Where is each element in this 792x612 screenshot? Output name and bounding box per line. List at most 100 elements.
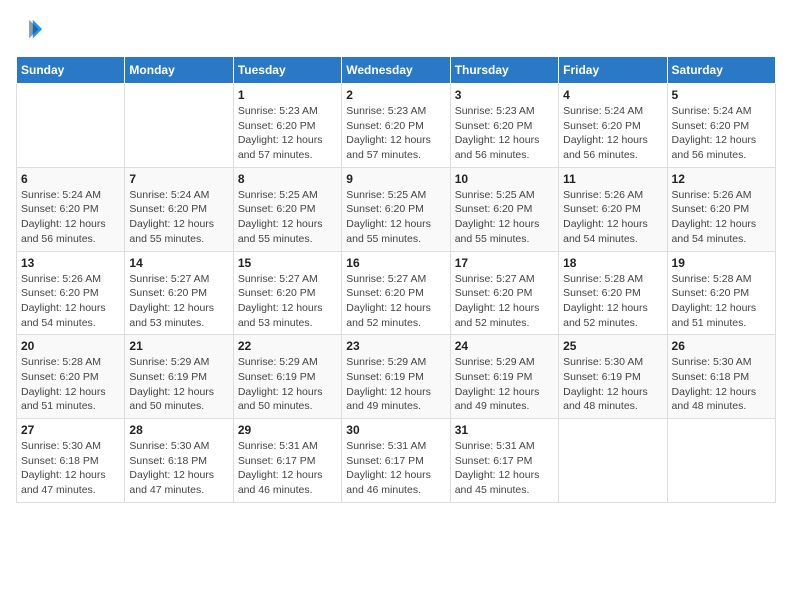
calendar-week-5: 27 Sunrise: 5:30 AM Sunset: 6:18 PM Dayli… bbox=[17, 419, 776, 503]
day-info: Sunrise: 5:23 AM Sunset: 6:20 PM Dayligh… bbox=[455, 104, 554, 163]
day-info: Sunrise: 5:26 AM Sunset: 6:20 PM Dayligh… bbox=[672, 188, 771, 247]
calendar-cell: 16 Sunrise: 5:27 AM Sunset: 6:20 PM Dayli… bbox=[342, 251, 450, 335]
day-info: Sunrise: 5:28 AM Sunset: 6:20 PM Dayligh… bbox=[672, 272, 771, 331]
day-number: 1 bbox=[238, 88, 337, 102]
day-number: 12 bbox=[672, 172, 771, 186]
day-info: Sunrise: 5:31 AM Sunset: 6:17 PM Dayligh… bbox=[238, 439, 337, 498]
calendar-cell bbox=[667, 419, 775, 503]
calendar-cell: 4 Sunrise: 5:24 AM Sunset: 6:20 PM Daylig… bbox=[559, 84, 667, 168]
day-info: Sunrise: 5:30 AM Sunset: 6:18 PM Dayligh… bbox=[21, 439, 120, 498]
day-number: 26 bbox=[672, 339, 771, 353]
day-info: Sunrise: 5:30 AM Sunset: 6:19 PM Dayligh… bbox=[563, 355, 662, 414]
calendar-header-row: SundayMondayTuesdayWednesdayThursdayFrid… bbox=[17, 57, 776, 84]
day-number: 16 bbox=[346, 256, 445, 270]
calendar-cell: 12 Sunrise: 5:26 AM Sunset: 6:20 PM Dayli… bbox=[667, 167, 775, 251]
calendar-cell: 13Sunrise: 5:26 AM Sunset: 6:20 PM Dayli… bbox=[17, 251, 125, 335]
day-number: 27 bbox=[21, 423, 120, 437]
calendar-cell: 8Sunrise: 5:25 AM Sunset: 6:20 PM Daylig… bbox=[233, 167, 341, 251]
calendar-cell: 28 Sunrise: 5:30 AM Sunset: 6:18 PM Dayli… bbox=[125, 419, 233, 503]
calendar-cell: 25Sunrise: 5:30 AM Sunset: 6:19 PM Dayli… bbox=[559, 335, 667, 419]
calendar-cell: 5 Sunrise: 5:24 AM Sunset: 6:20 PM Daylig… bbox=[667, 84, 775, 168]
calendar-cell: 6 Sunrise: 5:24 AM Sunset: 6:20 PM Daylig… bbox=[17, 167, 125, 251]
day-number: 11 bbox=[563, 172, 662, 186]
day-info: Sunrise: 5:27 AM Sunset: 6:20 PM Dayligh… bbox=[129, 272, 228, 331]
day-number: 29 bbox=[238, 423, 337, 437]
day-number: 30 bbox=[346, 423, 445, 437]
day-number: 13 bbox=[21, 256, 120, 270]
calendar-cell: 2 Sunrise: 5:23 AM Sunset: 6:20 PM Daylig… bbox=[342, 84, 450, 168]
day-number: 21 bbox=[129, 339, 228, 353]
day-info: Sunrise: 5:29 AM Sunset: 6:19 PM Dayligh… bbox=[455, 355, 554, 414]
day-info: Sunrise: 5:25 AM Sunset: 6:20 PM Dayligh… bbox=[455, 188, 554, 247]
calendar-week-3: 13Sunrise: 5:26 AM Sunset: 6:20 PM Dayli… bbox=[17, 251, 776, 335]
header-sunday: Sunday bbox=[17, 57, 125, 84]
day-number: 10 bbox=[455, 172, 554, 186]
calendar-cell: 18 Sunrise: 5:28 AM Sunset: 6:20 PM Dayli… bbox=[559, 251, 667, 335]
day-info: Sunrise: 5:28 AM Sunset: 6:20 PM Dayligh… bbox=[563, 272, 662, 331]
calendar-cell: 22 Sunrise: 5:29 AM Sunset: 6:19 PM Dayli… bbox=[233, 335, 341, 419]
calendar-cell: 30 Sunrise: 5:31 AM Sunset: 6:17 PM Dayli… bbox=[342, 419, 450, 503]
day-info: Sunrise: 5:23 AM Sunset: 6:20 PM Dayligh… bbox=[238, 104, 337, 163]
day-number: 5 bbox=[672, 88, 771, 102]
day-info: Sunrise: 5:31 AM Sunset: 6:17 PM Dayligh… bbox=[455, 439, 554, 498]
calendar-cell: 10 Sunrise: 5:25 AM Sunset: 6:20 PM Dayli… bbox=[450, 167, 558, 251]
calendar-cell bbox=[17, 84, 125, 168]
calendar-cell: 17Sunrise: 5:27 AM Sunset: 6:20 PM Dayli… bbox=[450, 251, 558, 335]
calendar-cell: 9 Sunrise: 5:25 AM Sunset: 6:20 PM Daylig… bbox=[342, 167, 450, 251]
calendar-cell: 11 Sunrise: 5:26 AM Sunset: 6:20 PM Dayli… bbox=[559, 167, 667, 251]
day-number: 24 bbox=[455, 339, 554, 353]
header-monday: Monday bbox=[125, 57, 233, 84]
day-number: 18 bbox=[563, 256, 662, 270]
day-info: Sunrise: 5:25 AM Sunset: 6:20 PM Dayligh… bbox=[346, 188, 445, 247]
calendar-cell: 27 Sunrise: 5:30 AM Sunset: 6:18 PM Dayli… bbox=[17, 419, 125, 503]
page-header bbox=[16, 16, 776, 44]
calendar-cell: 14 Sunrise: 5:27 AM Sunset: 6:20 PM Dayli… bbox=[125, 251, 233, 335]
day-info: Sunrise: 5:24 AM Sunset: 6:20 PM Dayligh… bbox=[563, 104, 662, 163]
header-wednesday: Wednesday bbox=[342, 57, 450, 84]
calendar-week-2: 6 Sunrise: 5:24 AM Sunset: 6:20 PM Daylig… bbox=[17, 167, 776, 251]
day-info: Sunrise: 5:30 AM Sunset: 6:18 PM Dayligh… bbox=[672, 355, 771, 414]
day-number: 22 bbox=[238, 339, 337, 353]
calendar-table: SundayMondayTuesdayWednesdayThursdayFrid… bbox=[16, 56, 776, 503]
calendar-cell: 29 Sunrise: 5:31 AM Sunset: 6:17 PM Dayli… bbox=[233, 419, 341, 503]
calendar-cell bbox=[559, 419, 667, 503]
day-info: Sunrise: 5:30 AM Sunset: 6:18 PM Dayligh… bbox=[129, 439, 228, 498]
day-number: 4 bbox=[563, 88, 662, 102]
calendar-cell: 1 Sunrise: 5:23 AM Sunset: 6:20 PM Daylig… bbox=[233, 84, 341, 168]
day-number: 17 bbox=[455, 256, 554, 270]
header-tuesday: Tuesday bbox=[233, 57, 341, 84]
day-info: Sunrise: 5:26 AM Sunset: 6:20 PM Dayligh… bbox=[563, 188, 662, 247]
calendar-cell bbox=[125, 84, 233, 168]
header-thursday: Thursday bbox=[450, 57, 558, 84]
logo bbox=[16, 16, 48, 44]
calendar-cell: 31 Sunrise: 5:31 AM Sunset: 6:17 PM Dayli… bbox=[450, 419, 558, 503]
day-number: 31 bbox=[455, 423, 554, 437]
day-number: 2 bbox=[346, 88, 445, 102]
day-number: 23 bbox=[346, 339, 445, 353]
day-number: 8 bbox=[238, 172, 337, 186]
day-number: 28 bbox=[129, 423, 228, 437]
day-number: 19 bbox=[672, 256, 771, 270]
day-info: Sunrise: 5:24 AM Sunset: 6:20 PM Dayligh… bbox=[21, 188, 120, 247]
day-info: Sunrise: 5:27 AM Sunset: 6:20 PM Dayligh… bbox=[238, 272, 337, 331]
day-info: Sunrise: 5:28 AM Sunset: 6:20 PM Dayligh… bbox=[21, 355, 120, 414]
header-saturday: Saturday bbox=[667, 57, 775, 84]
day-number: 6 bbox=[21, 172, 120, 186]
day-info: Sunrise: 5:24 AM Sunset: 6:20 PM Dayligh… bbox=[672, 104, 771, 163]
day-info: Sunrise: 5:27 AM Sunset: 6:20 PM Dayligh… bbox=[346, 272, 445, 331]
calendar-cell: 7 Sunrise: 5:24 AM Sunset: 6:20 PM Daylig… bbox=[125, 167, 233, 251]
calendar-cell: 19 Sunrise: 5:28 AM Sunset: 6:20 PM Dayli… bbox=[667, 251, 775, 335]
day-number: 14 bbox=[129, 256, 228, 270]
day-number: 9 bbox=[346, 172, 445, 186]
calendar-cell: 15Sunrise: 5:27 AM Sunset: 6:20 PM Dayli… bbox=[233, 251, 341, 335]
day-number: 20 bbox=[21, 339, 120, 353]
calendar-cell: 3Sunrise: 5:23 AM Sunset: 6:20 PM Daylig… bbox=[450, 84, 558, 168]
day-info: Sunrise: 5:24 AM Sunset: 6:20 PM Dayligh… bbox=[129, 188, 228, 247]
calendar-cell: 24 Sunrise: 5:29 AM Sunset: 6:19 PM Dayli… bbox=[450, 335, 558, 419]
day-info: Sunrise: 5:23 AM Sunset: 6:20 PM Dayligh… bbox=[346, 104, 445, 163]
calendar-week-4: 20 Sunrise: 5:28 AM Sunset: 6:20 PM Dayli… bbox=[17, 335, 776, 419]
header-friday: Friday bbox=[559, 57, 667, 84]
day-info: Sunrise: 5:31 AM Sunset: 6:17 PM Dayligh… bbox=[346, 439, 445, 498]
day-info: Sunrise: 5:29 AM Sunset: 6:19 PM Dayligh… bbox=[238, 355, 337, 414]
day-number: 7 bbox=[129, 172, 228, 186]
